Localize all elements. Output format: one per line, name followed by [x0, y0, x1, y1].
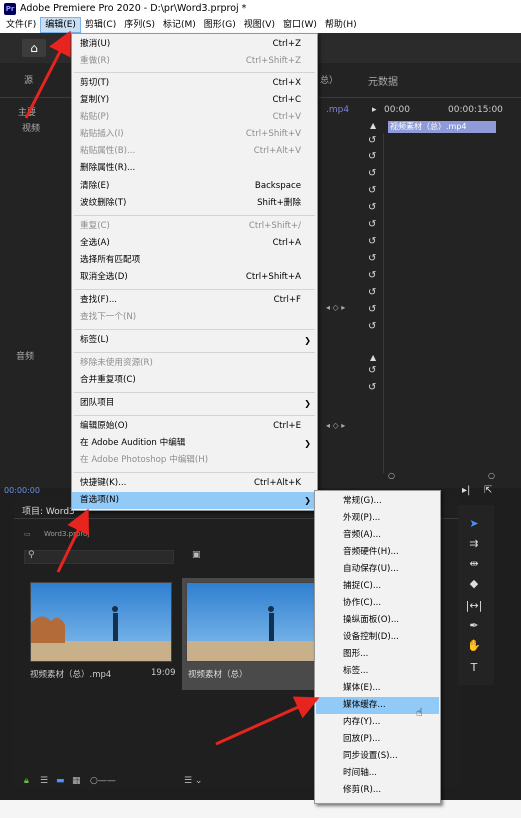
- annotation-arrows: [24, 30, 320, 746]
- arrow-to-preferences: [56, 508, 89, 573]
- arrow-to-media-cache: [215, 696, 320, 746]
- arrow-to-edit-menu: [24, 30, 71, 119]
